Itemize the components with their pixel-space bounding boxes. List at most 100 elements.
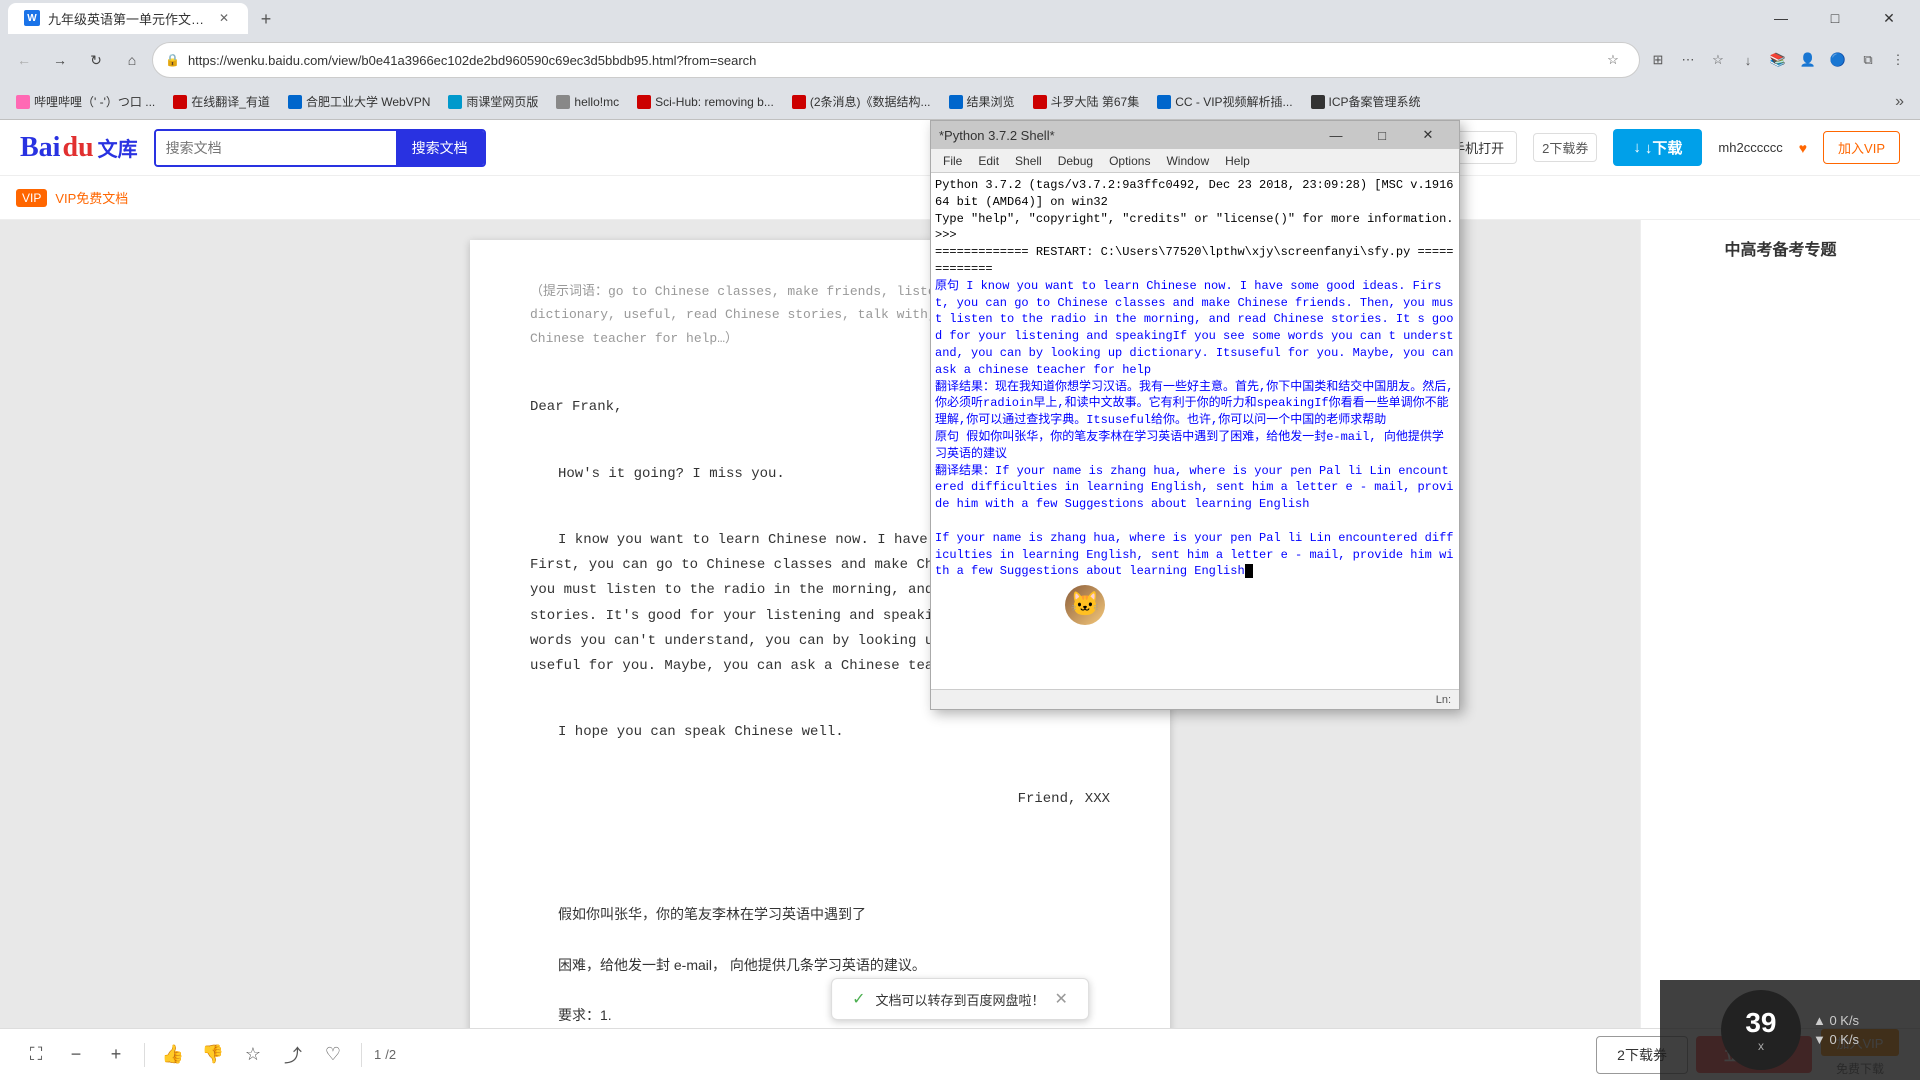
avatar-emoji: 🐱 bbox=[1070, 590, 1100, 620]
bookmark-icon bbox=[1311, 95, 1325, 109]
shell-menu-bar: File Edit Shell Debug Options Window Hel… bbox=[931, 149, 1459, 173]
zoom-out-button[interactable]: − bbox=[60, 1039, 92, 1071]
bookmark-webvpn[interactable]: 合肥工业大学 WebVPN bbox=[280, 88, 438, 116]
bookmark-star-icon[interactable]: ☆ bbox=[1599, 46, 1627, 74]
shell-line-blank bbox=[935, 513, 1455, 530]
prompt-line2: 困难，给他发一封 e-mail， 向他提供几条学习英语的建议。 bbox=[530, 953, 1110, 978]
bookmark-label: hello!mc bbox=[574, 95, 619, 109]
join-vip-button[interactable]: 加入VIP bbox=[1823, 131, 1900, 164]
url-text: https://wenku.baidu.com/view/b0e41a3966e… bbox=[188, 53, 1591, 68]
sidebar-title: 中高考备考专题 bbox=[1657, 236, 1904, 260]
shell-close-button[interactable]: ✕ bbox=[1405, 121, 1451, 149]
star-bookmark-icon[interactable]: ☆ bbox=[1704, 46, 1732, 74]
network-monitor: 39 x ▲ 0 K/s ▼ 0 K/s bbox=[1660, 980, 1920, 1080]
collections-icon[interactable]: 📚 bbox=[1764, 46, 1792, 74]
baidu-logo-du: du bbox=[62, 132, 93, 164]
net-unit: x bbox=[1758, 1039, 1764, 1053]
bookmark-icon bbox=[637, 95, 651, 109]
shell-menu-help[interactable]: Help bbox=[1217, 152, 1258, 170]
search-input[interactable] bbox=[156, 131, 396, 165]
toolbar-separator-1 bbox=[144, 1043, 145, 1067]
search-button[interactable]: 搜索文档 bbox=[396, 131, 484, 165]
toast-close-button[interactable]: ✕ bbox=[1055, 989, 1068, 1009]
fullscreen-button[interactable]: ⛶ bbox=[20, 1039, 52, 1071]
toolbar-separator-2 bbox=[361, 1043, 362, 1067]
prompt-line1: 假如你叫张华，你的笔友李林在学习英语中遇到了 bbox=[530, 902, 1110, 927]
lock-icon: 🔒 bbox=[165, 53, 180, 67]
download-main-button[interactable]: ↓ ↓下载 bbox=[1613, 129, 1702, 166]
bookmark-results[interactable]: 结果浏览 bbox=[941, 88, 1023, 116]
bookmark-youdao[interactable]: 在线翻译_有道 bbox=[165, 88, 278, 116]
collect-button[interactable]: ♡ bbox=[317, 1039, 349, 1071]
thumb-down-button[interactable]: 👎 bbox=[197, 1039, 229, 1071]
shell-content-area[interactable]: Python 3.7.2 (tags/v3.7.2:9a3ffc0492, De… bbox=[931, 173, 1459, 689]
user-profile-icon[interactable]: 👤 bbox=[1794, 46, 1822, 74]
shell-menu-file[interactable]: File bbox=[935, 152, 970, 170]
url-bar[interactable]: 🔒 https://wenku.baidu.com/view/b0e41a396… bbox=[152, 42, 1640, 78]
download-manager-icon[interactable]: ↓ bbox=[1734, 46, 1762, 74]
bookmark-label: Sci-Hub: removing b... bbox=[655, 95, 774, 109]
download-speed: 0 K/s bbox=[1829, 1032, 1859, 1047]
bookmark-hellomc[interactable]: hello!mc bbox=[548, 88, 627, 116]
zoom-in-button[interactable]: + bbox=[100, 1039, 132, 1071]
bookmarks-more-button[interactable]: » bbox=[1887, 93, 1912, 111]
shell-menu-debug[interactable]: Debug bbox=[1050, 152, 1101, 170]
net-speed-badge: 39 x bbox=[1721, 990, 1801, 1070]
python-shell-window[interactable]: *Python 3.7.2 Shell* — □ ✕ File Edit She… bbox=[930, 120, 1460, 710]
shell-line-3: >>> bbox=[935, 227, 1455, 244]
shell-menu-window[interactable]: Window bbox=[1158, 152, 1217, 170]
extension-button[interactable]: ⊞ bbox=[1644, 46, 1672, 74]
current-page: 1 bbox=[374, 1047, 381, 1062]
bookmark-yuketang[interactable]: 雨课堂网页版 bbox=[440, 88, 546, 116]
bookmark-datastructure[interactable]: (2条消息)《数据结构... bbox=[784, 88, 939, 116]
download-count-btn[interactable]: 2下载券 bbox=[1533, 133, 1597, 162]
tab-close-button[interactable]: ✕ bbox=[216, 10, 232, 26]
new-tab-button[interactable]: + bbox=[252, 6, 280, 34]
baidu-logo: Bai bbox=[20, 132, 60, 164]
bookmarks-bar: 哔哩哔哩（' -'）つ口 ... 在线翻译_有道 合肥工业大学 WebVPN 雨… bbox=[0, 84, 1920, 120]
bookmark-icp[interactable]: ICP备案管理系统 bbox=[1303, 88, 1429, 116]
shell-cursor bbox=[1245, 564, 1253, 578]
shell-line-restart: ============= RESTART: C:\Users\77520\lp… bbox=[935, 244, 1455, 278]
shell-menu-options[interactable]: Options bbox=[1101, 152, 1158, 170]
back-button[interactable]: ← bbox=[8, 44, 40, 76]
more-options-button[interactable]: ⋯ bbox=[1674, 46, 1702, 74]
letter-closing: Friend, XXX bbox=[530, 787, 1110, 812]
thumb-up-button[interactable]: 👍 bbox=[157, 1039, 189, 1071]
share-button[interactable]: ⤴ bbox=[277, 1039, 309, 1071]
maximize-button[interactable]: □ bbox=[1812, 0, 1858, 36]
shell-menu-edit[interactable]: Edit bbox=[970, 152, 1007, 170]
extensions-icon[interactable]: ⧉ bbox=[1854, 46, 1882, 74]
active-tab[interactable]: W 九年级英语第一单元作文范文 ✕ bbox=[8, 3, 248, 34]
shell-line-original-2: 原句 假如你叫张华，你的笔友李林在学习英语中遇到了困难，给他发一封e-mail,… bbox=[935, 429, 1455, 463]
bookmark-icon bbox=[16, 95, 30, 109]
shell-line-1: Python 3.7.2 (tags/v3.7.2:9a3ffc0492, De… bbox=[935, 177, 1455, 211]
forward-button[interactable]: → bbox=[44, 44, 76, 76]
page-navigation: 1 /2 bbox=[374, 1047, 396, 1062]
bookmark-label: ICP备案管理系统 bbox=[1329, 93, 1421, 110]
star-button[interactable]: ☆ bbox=[237, 1039, 269, 1071]
bookmark-cc-vip[interactable]: CC - VIP视频解析插... bbox=[1149, 88, 1300, 116]
account-icon[interactable]: 🔵 bbox=[1824, 46, 1852, 74]
search-box: 搜索文档 bbox=[154, 129, 486, 167]
window-controls: — □ ✕ bbox=[1758, 0, 1912, 36]
bookmark-icon bbox=[1033, 95, 1047, 109]
minimize-button[interactable]: — bbox=[1758, 0, 1804, 36]
shell-maximize-button[interactable]: □ bbox=[1359, 121, 1405, 149]
settings-icon[interactable]: ⋮ bbox=[1884, 46, 1912, 74]
bookmark-bilibili[interactable]: 哔哩哔哩（' -'）つ口 ... bbox=[8, 88, 163, 116]
refresh-button[interactable]: ↻ bbox=[80, 44, 112, 76]
right-sidebar: 中高考备考专题 bbox=[1640, 220, 1920, 1028]
shell-avatar: 🐱 bbox=[1065, 585, 1105, 625]
bookmark-label: 哔哩哔哩（' -'）つ口 ... bbox=[34, 93, 155, 110]
close-button[interactable]: ✕ bbox=[1866, 0, 1912, 36]
vip-label: VIP bbox=[16, 189, 47, 207]
download-count-label: 2下载券 bbox=[1542, 138, 1588, 157]
bookmark-scihub[interactable]: Sci-Hub: removing b... bbox=[629, 88, 782, 116]
letter-para3: I hope you can speak Chinese well. bbox=[530, 720, 1110, 745]
bookmark-douluodalu[interactable]: 斗罗大陆 第67集 bbox=[1025, 88, 1148, 116]
content-area: Bai du 文库 搜索文档 📄 专业PDF定制！ 📱 在手机打开 bbox=[0, 120, 1920, 1080]
shell-minimize-button[interactable]: — bbox=[1313, 121, 1359, 149]
shell-menu-shell[interactable]: Shell bbox=[1007, 152, 1050, 170]
home-button[interactable]: ⌂ bbox=[116, 44, 148, 76]
